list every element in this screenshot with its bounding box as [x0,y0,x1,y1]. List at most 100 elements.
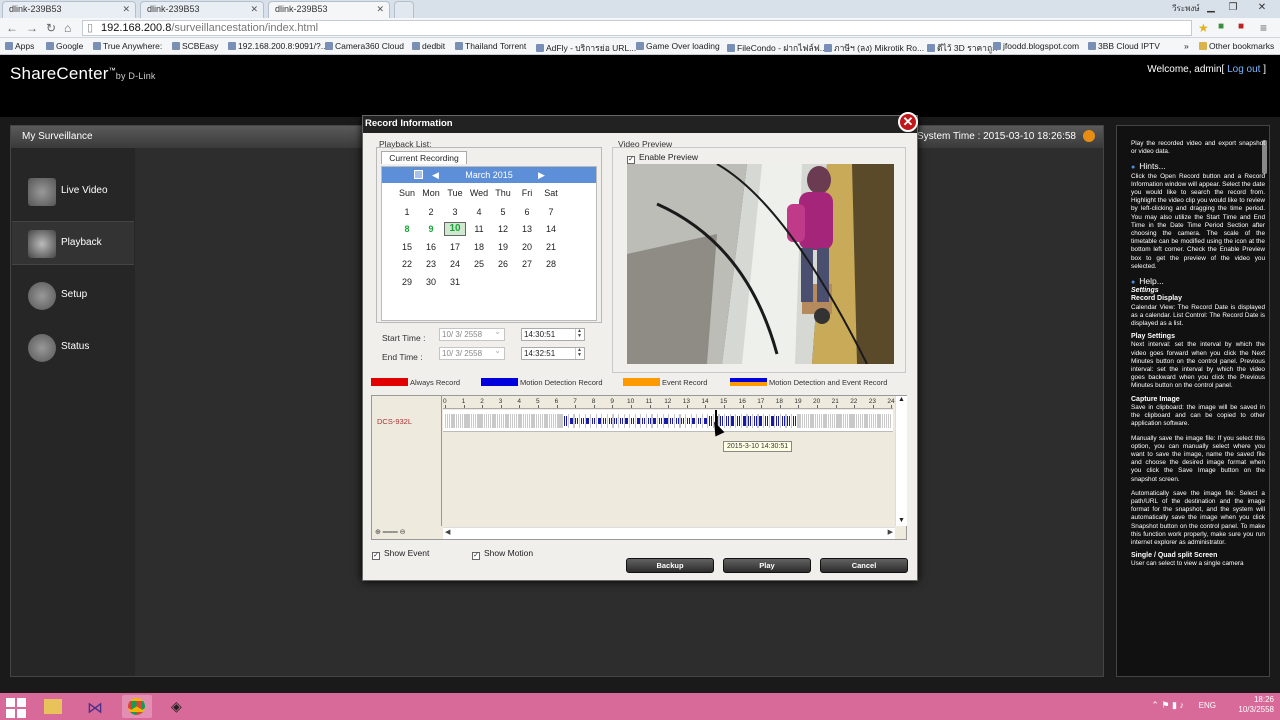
calendar-day[interactable]: 20 [516,242,538,252]
back-icon[interactable]: ← [6,21,18,35]
extension-icon[interactable]: ■ [1218,21,1224,32]
timeline-vertical-scrollbar[interactable]: ▲ ▼ [895,396,907,526]
calendar-day[interactable]: 2 [420,207,442,217]
calendar-day[interactable]: 5 [492,207,514,217]
new-tab-button[interactable] [394,1,414,18]
bookmark-item[interactable]: ดีไว้ 3D ราคาถูก [927,41,997,54]
bookmark-item[interactable]: SCBEasy [172,41,218,51]
cancel-button[interactable]: Cancel [820,558,908,573]
taskbar-app[interactable]: ⋈ [80,695,110,718]
bookmark-item[interactable]: 192.168.200.8:9091/?... [228,41,328,51]
calendar-day[interactable]: 25 [468,259,490,269]
calendar-day[interactable]: 15 [396,242,418,252]
menu-icon[interactable]: ≡ [1260,21,1267,35]
clock[interactable]: 18:26 10/3/2558 [1238,695,1274,715]
system-tray-icons[interactable]: ⌃ ⚑ ▮ ♪ [1151,700,1184,711]
taskbar-app[interactable] [38,695,68,718]
calendar-day[interactable]: 28 [540,259,562,269]
tab-current-recording[interactable]: Current Recording [381,151,467,164]
taskbar-app[interactable]: ◈ [164,695,194,718]
calendar-day[interactable]: 10 [444,222,466,237]
bookmark-star-icon[interactable]: ★ [1198,21,1209,35]
start-button[interactable] [3,696,31,718]
zoom-scale-icon[interactable]: ⊕ ═══ ⊖ [375,528,406,536]
browser-tab[interactable]: dlink-239B53 ✕ [140,1,264,18]
bookmark-item[interactable]: Thailand Torrent [455,41,526,51]
calendar-day[interactable]: 8 [396,224,418,234]
show-motion-checkbox[interactable]: ✓ Show Motion [472,548,533,560]
calendar-day[interactable]: 9 [420,224,442,234]
calendar-day[interactable]: 23 [420,259,442,269]
forward-icon[interactable]: → [26,21,38,35]
spinner-arrows-icon[interactable]: ▲ ▼ [575,348,583,359]
scroll-up-icon[interactable]: ▲ [898,396,905,403]
minimize-icon[interactable]: ▁ [1200,0,1222,18]
scroll-down-icon[interactable]: ▼ [898,517,905,524]
sidebar-item-live-video[interactable]: Live Video [12,170,134,214]
prev-month-icon[interactable]: ◀ [432,167,439,183]
calendar-day[interactable]: 31 [444,277,466,287]
calendar-day[interactable]: 21 [540,242,562,252]
browser-tab[interactable]: dlink-239B53 ✕ [2,1,136,18]
calendar-view-icon[interactable] [414,170,423,179]
bookmark-item[interactable]: 3BB Cloud IPTV [1088,41,1160,51]
language-indicator[interactable]: ENG [1199,701,1216,710]
spinner-arrows-icon[interactable]: ▲ ▼ [575,329,583,340]
calendar-day[interactable]: 19 [492,242,514,252]
end-time-spinner[interactable]: 14:32:51 ▲ ▼ [521,347,585,360]
bookmark-apps[interactable]: Apps [5,41,34,51]
bookmark-item[interactable]: Camera360 Cloud [325,41,404,51]
bookmark-item[interactable]: jfoodd.blogspot.com [993,41,1079,51]
alert-icon[interactable] [1083,130,1095,142]
help-panel[interactable]: Play the recorded video and export snaps… [1116,125,1270,677]
timeline-camera-name[interactable]: DCS-932L [377,417,412,426]
start-date-picker[interactable]: 10/ 3/ 2558 [439,327,505,341]
sidebar-item-setup[interactable]: Setup [12,274,134,318]
calendar-day[interactable]: 22 [396,259,418,269]
bookmark-item[interactable]: AdFly - บริการย่อ URL... [536,41,636,54]
tab-close-icon[interactable]: ✕ [122,4,130,15]
reload-icon[interactable]: ↻ [46,21,56,35]
bookmark-item[interactable]: FileCondo - ฝากไฟล์ฟ... [727,41,827,54]
calendar-day[interactable]: 26 [492,259,514,269]
browser-tab-active[interactable]: dlink-239B53 ✕ [268,1,390,18]
enable-preview-checkbox[interactable]: ✓ Enable Preview [627,152,698,164]
calendar-day[interactable]: 30 [420,277,442,287]
tab-close-icon[interactable]: ✕ [376,4,384,15]
bookmark-item[interactable]: dedbit [412,41,445,51]
timeline-record-track[interactable] [443,410,893,432]
close-window-icon[interactable]: ✕ [1244,0,1280,18]
backup-button[interactable]: Backup [626,558,714,573]
sidebar-item-status[interactable]: Status [12,326,134,370]
calendar-day[interactable]: 14 [540,224,562,234]
taskbar-app-active[interactable] [122,695,152,718]
browser-user-label[interactable]: วีระพงษ์ [1172,2,1200,15]
calendar-day[interactable]: 4 [468,207,490,217]
sidebar-item-playback[interactable]: Playback [12,221,134,265]
bookmark-item[interactable]: True Anywhere: [93,41,162,51]
calendar-day[interactable]: 17 [444,242,466,252]
empty-record-slot[interactable] [889,414,891,428]
play-button[interactable]: Play [723,558,811,573]
calendar-day[interactable]: 11 [468,224,490,234]
scroll-left-icon[interactable]: ◀ [445,528,450,536]
calendar-day[interactable]: 13 [516,224,538,234]
start-time-spinner[interactable]: 14:30:51 ▲ ▼ [521,328,585,341]
calendar-day[interactable]: 24 [444,259,466,269]
dialog-close-icon[interactable]: ✕ [898,112,918,132]
calendar-day[interactable]: 7 [540,207,562,217]
tab-close-icon[interactable]: ✕ [250,4,258,15]
other-bookmarks[interactable]: Other bookmarks [1199,41,1274,51]
calendar-day[interactable]: 6 [516,207,538,217]
next-month-icon[interactable]: ▶ [538,167,545,183]
bookmarks-overflow-icon[interactable]: » [1184,41,1189,51]
timeline-horizontal-scrollbar[interactable]: ⊕ ═══ ⊖ ◀ ▶ [375,527,895,539]
calendar-day[interactable]: 12 [492,224,514,234]
calendar-day[interactable]: 1 [396,207,418,217]
calendar-day[interactable]: 27 [516,259,538,269]
bookmark-item[interactable]: Google [46,41,83,51]
checkbox-checked-icon[interactable]: ✓ [627,156,635,164]
checkbox-checked-icon[interactable]: ✓ [472,552,480,560]
calendar-day[interactable]: 16 [420,242,442,252]
calendar-day[interactable]: 18 [468,242,490,252]
